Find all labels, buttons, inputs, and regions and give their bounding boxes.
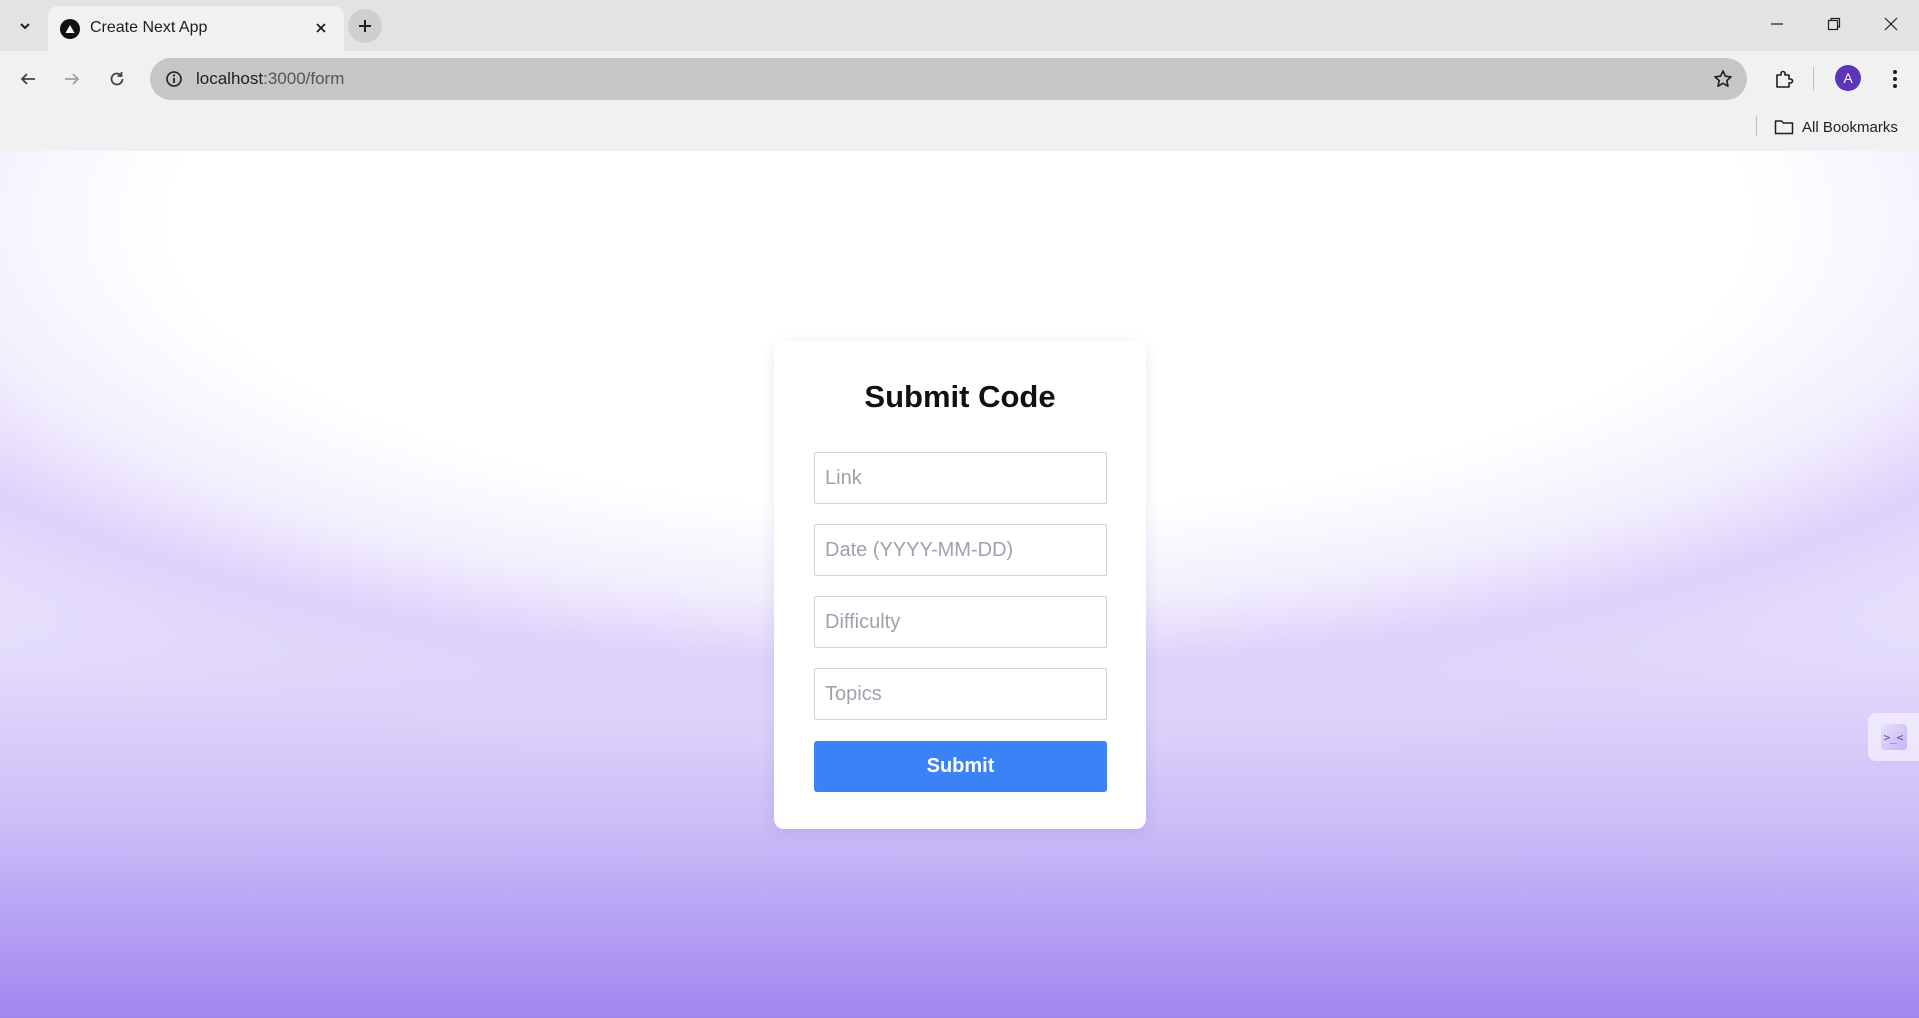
- new-tab-button[interactable]: [348, 9, 382, 43]
- arrow-right-icon: [65, 73, 80, 85]
- reload-icon: [110, 72, 124, 86]
- arrow-left-icon: [20, 73, 35, 85]
- topics-input[interactable]: [814, 668, 1107, 720]
- browser-chrome: Create Next App localhost:3000/form A Al…: [0, 0, 1919, 151]
- tab-strip: Create Next App: [0, 0, 1919, 51]
- minimize-button[interactable]: [1749, 0, 1805, 48]
- forward-button[interactable]: [54, 61, 90, 97]
- chevron-down-icon: [20, 23, 30, 30]
- plus-icon: [359, 20, 371, 32]
- page-title: Submit Code: [864, 379, 1056, 414]
- address-bar[interactable]: localhost:3000/form: [150, 58, 1747, 100]
- date-input[interactable]: [814, 524, 1107, 576]
- extensions-button[interactable]: [1766, 61, 1802, 97]
- widget-glyph: >_<: [1880, 724, 1907, 750]
- toolbar-separator: [1813, 67, 1814, 91]
- close-window-button[interactable]: [1863, 0, 1919, 48]
- all-bookmarks-label: All Bookmarks: [1802, 118, 1898, 136]
- star-icon: [1714, 70, 1732, 87]
- bookmarks-separator: [1756, 116, 1757, 136]
- restore-icon: [1827, 17, 1841, 31]
- tab-title: Create Next App: [90, 19, 208, 36]
- page-viewport: Submit Code Submit >_<: [0, 151, 1919, 1018]
- minimize-icon: [1771, 23, 1783, 25]
- bookmarks-bar: All Bookmarks: [0, 107, 1919, 151]
- tab-active[interactable]: Create Next App: [48, 6, 344, 51]
- url-host: localhost: [196, 69, 264, 88]
- link-input[interactable]: [814, 452, 1107, 504]
- all-bookmarks-button[interactable]: All Bookmarks: [1774, 114, 1898, 140]
- url-text: localhost:3000/form: [196, 69, 344, 89]
- bookmark-star-button[interactable]: [1711, 67, 1735, 91]
- restore-button[interactable]: [1806, 0, 1862, 48]
- url-path: :3000/form: [263, 69, 345, 88]
- difficulty-input[interactable]: [814, 596, 1107, 648]
- close-icon: [1884, 17, 1898, 31]
- tab-close-button[interactable]: [310, 17, 332, 39]
- side-extension-widget[interactable]: >_<: [1868, 713, 1919, 761]
- info-icon: [166, 71, 182, 87]
- kebab-menu-icon: [1893, 70, 1897, 88]
- profile-avatar[interactable]: A: [1835, 65, 1861, 91]
- site-info-button[interactable]: [160, 65, 188, 93]
- submit-button[interactable]: Submit: [814, 741, 1107, 792]
- tab-search-button[interactable]: [10, 11, 40, 41]
- submit-code-form: Submit Code Submit: [774, 341, 1146, 829]
- back-button[interactable]: [10, 61, 46, 97]
- folder-icon: [1774, 120, 1794, 135]
- puzzle-icon: [1776, 70, 1794, 88]
- navigation-toolbar: localhost:3000/form A: [0, 51, 1919, 107]
- browser-menu-button[interactable]: [1880, 61, 1910, 97]
- nextjs-triangle-icon: [60, 19, 80, 39]
- reload-button[interactable]: [99, 61, 135, 97]
- close-icon: [316, 23, 326, 33]
